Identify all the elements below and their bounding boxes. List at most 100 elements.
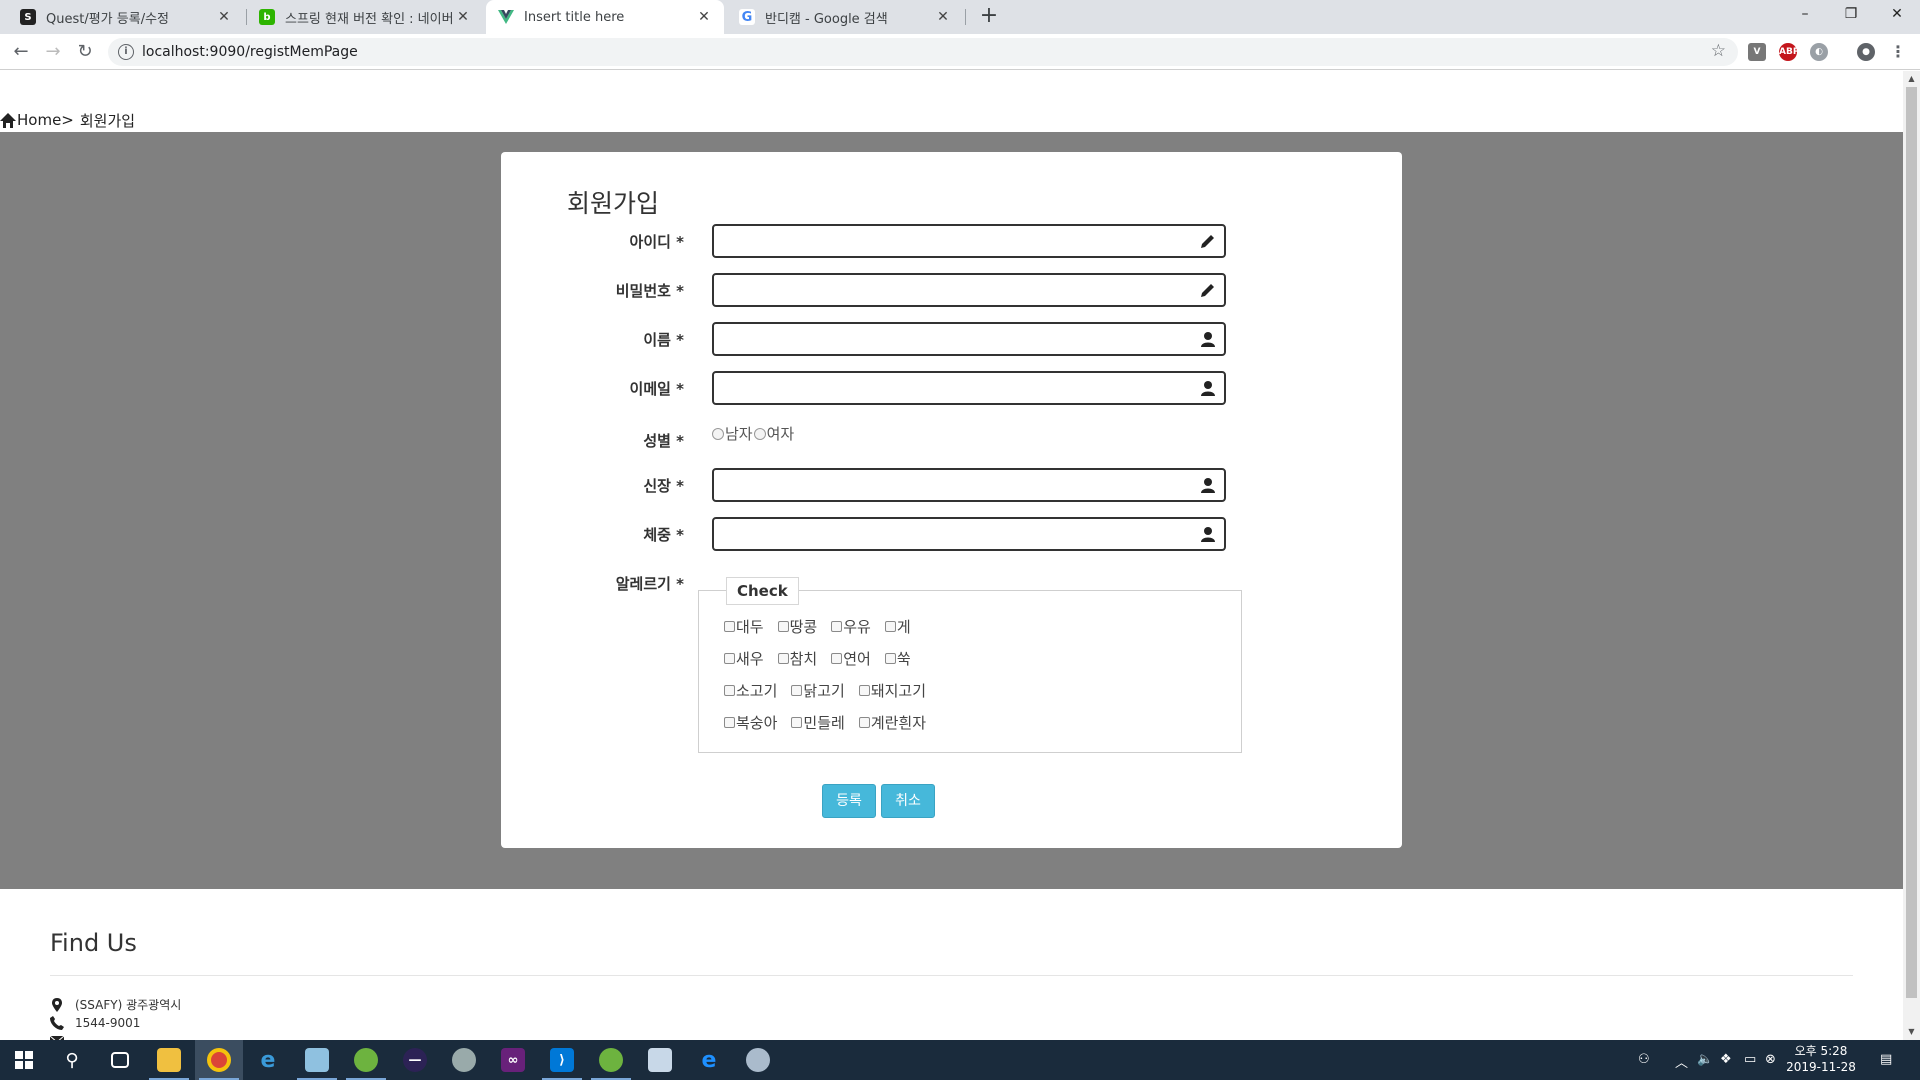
adblock-extension-icon[interactable]: ABP — [1779, 43, 1799, 61]
checkbox-box[interactable] — [791, 717, 803, 728]
vue-devtools-extension-icon[interactable]: V — [1748, 43, 1766, 61]
name-input[interactable] — [712, 322, 1226, 356]
allergy-checkbox[interactable]: 돼지고기 — [858, 680, 926, 701]
close-tab-icon[interactable]: ✕ — [455, 9, 471, 25]
browser-tab-quest[interactable]: S Quest/평가 등록/수정 ✕ — [8, 0, 244, 34]
site-info-icon[interactable]: i — [118, 44, 134, 60]
close-tab-icon[interactable]: ✕ — [935, 9, 951, 25]
gender-male-label[interactable]: 남자 — [725, 423, 753, 444]
checkbox-box[interactable] — [831, 653, 843, 664]
checkbox-box[interactable] — [858, 685, 870, 696]
checkbox-box[interactable] — [858, 717, 870, 728]
back-arrow-icon[interactable]: ← — [9, 40, 33, 64]
allergy-checkbox[interactable]: 새우 — [724, 648, 764, 669]
checkbox-box[interactable] — [724, 621, 735, 632]
browser-tab-insert-title[interactable]: Insert title here ✕ — [486, 0, 724, 34]
id-input[interactable] — [712, 224, 1226, 258]
allergy-checkbox[interactable]: 대두 — [724, 616, 764, 637]
password-input[interactable] — [712, 273, 1226, 307]
taskbar-notepad[interactable] — [293, 1040, 341, 1080]
network-icon[interactable]: ▭ — [1744, 1052, 1756, 1067]
allergy-checkbox[interactable]: 우유 — [831, 616, 871, 637]
checkbox-box[interactable] — [724, 685, 735, 696]
submit-button[interactable]: 등록 — [822, 784, 876, 818]
notifications-icon[interactable]: ▤ — [1880, 1052, 1892, 1067]
taskbar-spring-tool-suite[interactable] — [342, 1040, 390, 1080]
allergy-option-label: 소고기 — [736, 682, 778, 700]
checkbox-box[interactable] — [777, 621, 789, 632]
people-icon[interactable]: ⚇ — [1638, 1052, 1650, 1067]
cancel-button[interactable]: 취소 — [881, 784, 935, 818]
close-tab-icon[interactable]: ✕ — [216, 9, 232, 25]
extension-icon[interactable]: ◐ — [1810, 43, 1828, 61]
taskbar-file-explorer[interactable] — [145, 1040, 193, 1080]
checkbox-box[interactable] — [724, 653, 735, 664]
forward-arrow-icon[interactable]: → — [41, 40, 65, 64]
taskbar-clock[interactable]: 오후 5:28 2019-11-28 — [1786, 1043, 1856, 1075]
taskbar-vscode[interactable]: ⟩ — [538, 1040, 586, 1080]
taskbar-paint-tool[interactable] — [440, 1040, 488, 1080]
breadcrumb-home-link[interactable]: Home — [17, 111, 61, 129]
tab-separator — [965, 9, 966, 25]
disconnected-icon[interactable]: ⊗ — [1765, 1052, 1776, 1067]
dropbox-icon[interactable]: ❖ — [1720, 1052, 1732, 1067]
checkbox-box[interactable] — [724, 717, 735, 728]
folder-icon — [157, 1048, 181, 1072]
scroll-down-arrow-icon[interactable]: ▼ — [1903, 1024, 1920, 1040]
tray-chevron-up-icon[interactable]: ︿ — [1675, 1052, 1688, 1071]
minimize-button[interactable]: – — [1782, 0, 1828, 30]
menu-kebab-icon[interactable]: ⋮ — [1889, 43, 1907, 61]
taskbar-edge[interactable]: e — [685, 1040, 733, 1080]
allergy-checkbox[interactable]: 민들레 — [791, 712, 845, 733]
browser-tab-google[interactable]: G 반디캠 - Google 검색 ✕ — [727, 0, 963, 34]
reload-icon[interactable]: ↻ — [73, 40, 97, 64]
allergy-checkbox[interactable]: 닭고기 — [791, 680, 845, 701]
gender-male-radio[interactable] — [712, 427, 724, 440]
checkbox-box[interactable] — [777, 653, 789, 664]
task-view-button[interactable] — [96, 1040, 144, 1080]
checkbox-box[interactable] — [884, 621, 896, 632]
allergy-checkbox[interactable]: 쑥 — [884, 648, 911, 669]
email-input[interactable] — [712, 371, 1226, 405]
url-text[interactable]: localhost:9090/registMemPage — [142, 44, 358, 60]
checkbox-box[interactable] — [831, 621, 843, 632]
browser-tab-naver[interactable]: b 스프링 현재 버전 확인 : 네이버 ✕ — [247, 0, 483, 34]
restore-button[interactable]: ❐ — [1828, 0, 1874, 30]
height-input[interactable] — [712, 468, 1226, 502]
close-window-button[interactable]: ✕ — [1874, 0, 1920, 30]
checkbox-box[interactable] — [791, 685, 803, 696]
checkbox-box[interactable] — [884, 653, 896, 664]
taskbar-spring-boot[interactable] — [587, 1040, 635, 1080]
taskbar-internet-explorer[interactable]: e — [244, 1040, 292, 1080]
windows-taskbar: ⚲ e — ∞ ⟩ e ⚇ ︿ 🔈 ❖ ▭ ⊗ 오후 5:28 2019-11-… — [0, 1040, 1920, 1080]
windows-start-button[interactable] — [0, 1040, 48, 1080]
taskbar-visual-studio[interactable]: ∞ — [489, 1040, 537, 1080]
quest-favicon-icon: S — [20, 9, 36, 25]
allergy-checkbox[interactable]: 연어 — [831, 648, 871, 669]
allergy-checkbox[interactable]: 땅콩 — [777, 616, 817, 637]
allergy-checkbox[interactable]: 복숭아 — [724, 712, 777, 733]
gender-female-radio[interactable] — [753, 427, 766, 440]
scrollbar-thumb[interactable] — [1906, 87, 1917, 998]
page-scrollbar[interactable]: ▲ ▼ — [1903, 71, 1920, 1040]
gender-female-label[interactable]: 여자 — [767, 423, 795, 444]
allergy-checkbox[interactable]: 참치 — [777, 648, 817, 669]
taskbar-paint[interactable] — [734, 1040, 782, 1080]
allergy-checkbox[interactable]: 소고기 — [724, 680, 777, 701]
address-bar[interactable]: i localhost:9090/registMemPage ☆ — [108, 38, 1738, 66]
bookmark-star-icon[interactable]: ☆ — [1711, 41, 1726, 61]
home-icon[interactable] — [0, 112, 16, 128]
allergy-checkbox[interactable]: 계란흰자 — [858, 712, 926, 733]
taskbar-search-button[interactable]: ⚲ — [48, 1040, 96, 1080]
volume-icon[interactable]: 🔈 — [1697, 1052, 1713, 1067]
scroll-up-arrow-icon[interactable]: ▲ — [1903, 71, 1920, 87]
google-favicon-icon: G — [739, 9, 755, 25]
taskbar-chrome[interactable] — [195, 1040, 243, 1080]
close-tab-icon[interactable]: ✕ — [696, 9, 712, 25]
taskbar-calculator[interactable] — [636, 1040, 684, 1080]
taskbar-eclipse[interactable]: — — [391, 1040, 439, 1080]
new-tab-button[interactable]: + — [976, 4, 1002, 30]
weight-input[interactable] — [712, 517, 1226, 551]
profile-avatar-icon[interactable]: ● — [1857, 43, 1875, 61]
allergy-checkbox[interactable]: 게 — [884, 616, 911, 637]
